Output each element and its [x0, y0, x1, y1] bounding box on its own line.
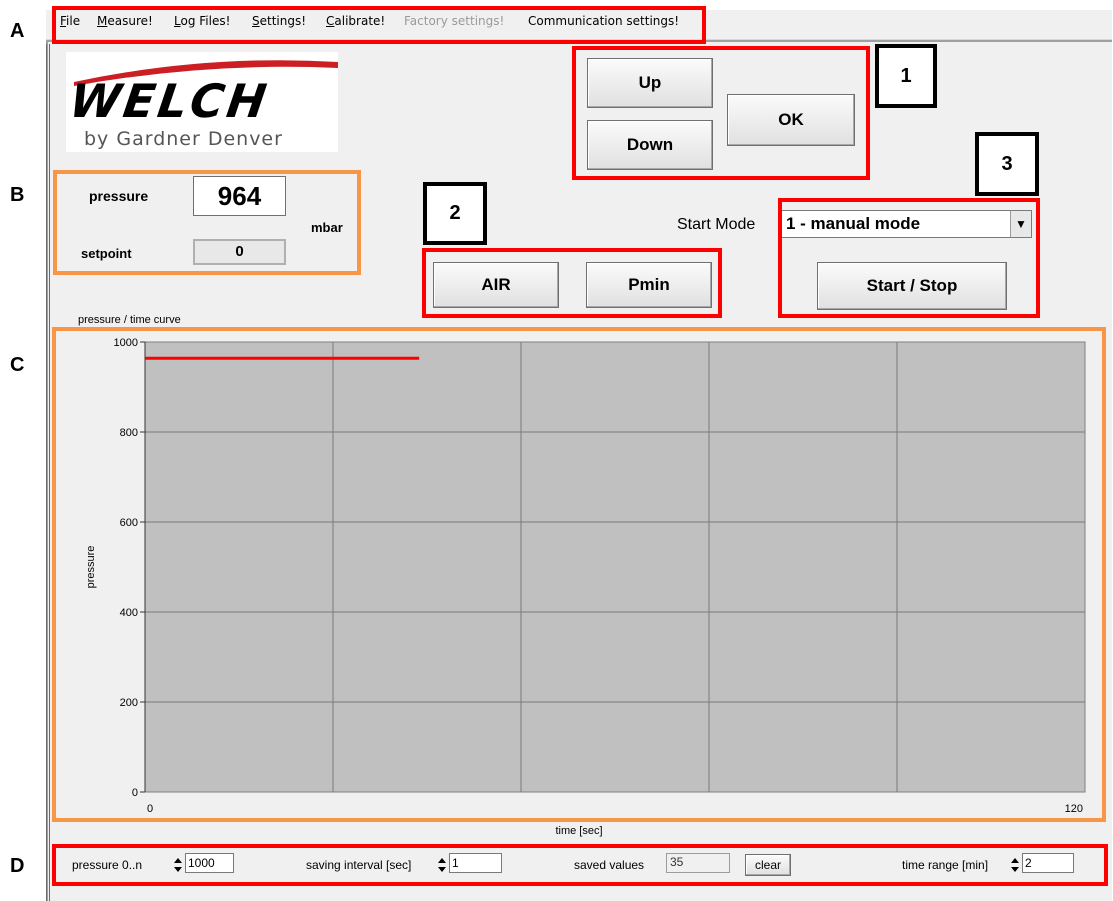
chart-title: pressure / time curve	[78, 314, 181, 326]
window-border	[46, 44, 50, 901]
x-axis-label: time [sec]	[555, 825, 602, 837]
annotation-box-1	[572, 46, 870, 180]
annotation-box-d	[52, 844, 1108, 886]
annotation-box-3	[778, 198, 1040, 318]
annotation-box-2	[422, 248, 722, 318]
annotation-box-a	[52, 6, 706, 44]
logo-tagline: by Gardner Denver	[84, 128, 283, 150]
start-mode-label: Start Mode	[677, 216, 756, 233]
section-label-b: B	[10, 184, 25, 206]
annotation-box-c	[52, 327, 1106, 822]
annotation-box-b	[53, 170, 361, 275]
section-label-a: A	[10, 20, 25, 42]
callout-2: 2	[423, 182, 487, 245]
callout-1: 1	[875, 44, 937, 108]
logo-brand: WELCH	[66, 74, 273, 128]
section-label-d: D	[10, 855, 25, 877]
callout-3: 3	[975, 132, 1039, 196]
welch-logo: WELCH by Gardner Denver	[66, 52, 338, 152]
section-label-c: C	[10, 354, 25, 376]
